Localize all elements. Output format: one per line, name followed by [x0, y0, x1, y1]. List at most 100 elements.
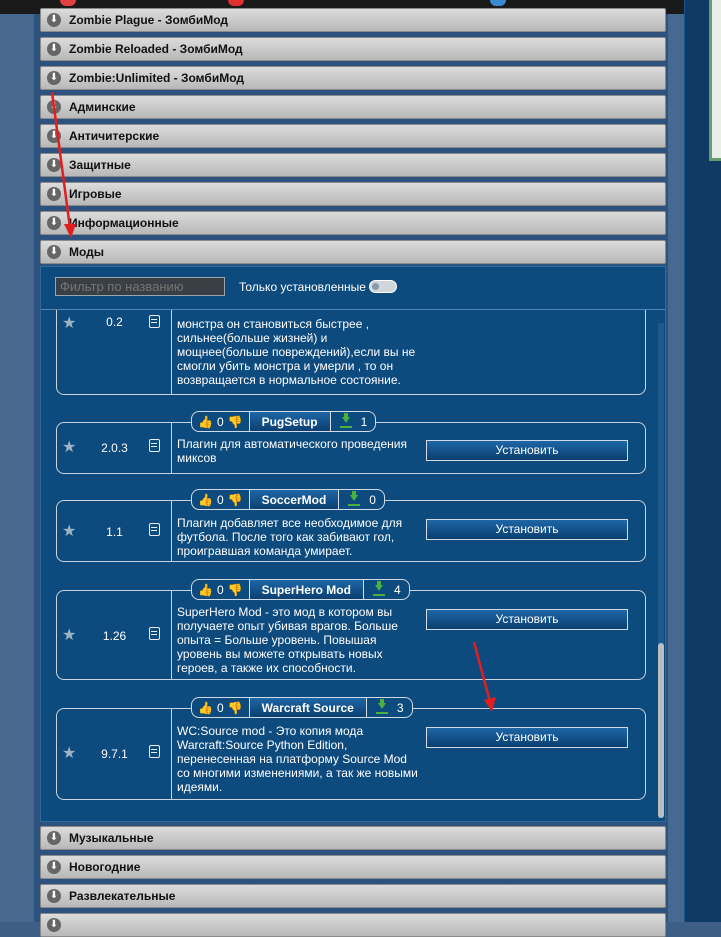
likes-count: 0 — [216, 414, 224, 429]
category-zombie-unlimited[interactable]: ⬇ Zombie:Unlimited - ЗомбиМод — [40, 66, 666, 90]
mod-version: 0.2 — [106, 315, 123, 329]
download-icon[interactable] — [339, 412, 353, 429]
mod-description: монстра он становиться быстрее , сильнее… — [177, 317, 416, 387]
category-anticheat[interactable]: ⬇ Античитерские — [40, 124, 666, 148]
category-zombie-reloaded[interactable]: ⬇ Zombie Reloaded - ЗомбиМод — [40, 37, 666, 61]
category-more[interactable]: ⬇ — [40, 913, 666, 937]
star-icon[interactable]: ★ — [62, 521, 76, 541]
category-admin[interactable]: ⬇ Админские — [40, 95, 666, 119]
mod-card: ★ 0.2 монстра он становиться быстрее , с… — [56, 310, 646, 395]
download-group: 0 — [339, 490, 384, 509]
divider — [171, 501, 172, 561]
vote-group: 👍 0 👎 — [192, 490, 249, 509]
star-icon[interactable]: ★ — [62, 437, 76, 457]
expand-arrow-icon: ⬇ — [47, 918, 61, 932]
mod-header-superhero: 👍 0 👎 SuperHero Mod 4 — [191, 579, 410, 600]
document-icon[interactable] — [149, 627, 160, 640]
category-entertainment[interactable]: ⬇ Развлекательные — [40, 884, 666, 908]
page-background-left — [0, 14, 34, 922]
star-icon[interactable]: ★ — [62, 743, 76, 763]
tab-favicon — [490, 0, 506, 6]
category-label: Античитерские — [69, 129, 160, 143]
scrollbar-thumb[interactable] — [658, 643, 664, 818]
expand-arrow-icon: ⬇ — [47, 187, 61, 201]
download-count: 0 — [369, 492, 376, 507]
expand-arrow-icon: ⬇ — [47, 158, 61, 172]
category-informational[interactable]: ⬇ Информационные — [40, 211, 666, 235]
only-installed-label: Только установленные — [239, 280, 366, 294]
category-label: Игровые — [69, 187, 122, 201]
likes-count: 0 — [216, 700, 224, 715]
mod-header-soccermod: 👍 0 👎 SoccerMod 0 — [191, 489, 385, 510]
mods-scrollbar[interactable] — [658, 323, 664, 818]
tab-favicon — [60, 0, 76, 6]
category-music[interactable]: ⬇ Музыкальные — [40, 826, 666, 850]
mod-description: Плагин добавляет все необходимое для фут… — [177, 516, 403, 558]
install-button[interactable]: Установить — [426, 609, 628, 630]
download-count: 1 — [360, 414, 368, 429]
star-icon[interactable]: ★ — [62, 625, 76, 645]
document-icon[interactable] — [149, 523, 160, 536]
document-icon[interactable] — [149, 745, 160, 758]
category-new-year[interactable]: ⬇ Новогодние — [40, 855, 666, 879]
thumbs-down-icon[interactable]: 👎 — [228, 583, 243, 597]
expand-arrow-icon: ⬇ — [47, 13, 61, 27]
likes-count: 0 — [216, 492, 224, 507]
install-button[interactable]: Установить — [426, 519, 628, 540]
download-group: 3 — [367, 698, 412, 717]
filter-input[interactable] — [55, 277, 225, 296]
divider — [171, 709, 172, 799]
mod-name[interactable]: SuperHero Mod — [248, 580, 364, 599]
vote-group: 👍 0 👎 — [192, 698, 249, 717]
mod-name[interactable]: SoccerMod — [248, 490, 340, 509]
category-mods[interactable]: ⬇ Моды — [40, 240, 666, 264]
expand-arrow-icon: ⬇ — [47, 831, 61, 845]
document-icon[interactable] — [149, 439, 160, 452]
document-icon[interactable] — [149, 315, 160, 328]
download-count: 3 — [396, 700, 404, 715]
likes-count: 0 — [216, 582, 224, 597]
mod-name[interactable]: Warcraft Source — [248, 698, 367, 717]
mod-name[interactable]: PugSetup — [248, 412, 331, 431]
download-icon[interactable] — [347, 490, 361, 507]
expand-arrow-icon: ⬇ — [47, 860, 61, 874]
category-zombie-plague[interactable]: ⬇ Zombie Plague - ЗомбиМод — [40, 8, 666, 32]
thumbs-down-icon[interactable]: 👎 — [228, 493, 243, 507]
expand-arrow-icon: ⬇ — [47, 71, 61, 85]
thumbs-up-icon[interactable]: 👍 — [198, 415, 213, 429]
expand-arrow-icon: ⬇ — [47, 100, 61, 114]
thumbs-up-icon[interactable]: 👍 — [198, 493, 213, 507]
mod-description: SuperHero Mod - это мод в котором вы пол… — [177, 605, 398, 675]
download-icon[interactable] — [375, 698, 389, 715]
category-label: Zombie Reloaded - ЗомбиМод — [69, 42, 243, 56]
mods-list: ★ 0.2 монстра он становиться быстрее , с… — [41, 310, 665, 821]
star-icon[interactable]: ★ — [62, 313, 76, 333]
thumbs-up-icon[interactable]: 👍 — [198, 583, 213, 597]
category-label: Развлекательные — [69, 889, 176, 903]
side-widget — [709, 0, 721, 161]
download-icon[interactable] — [372, 580, 386, 597]
only-installed-toggle[interactable] — [369, 280, 397, 293]
mod-header-pugsetup: 👍 0 👎 PugSetup 1 — [191, 411, 377, 432]
thumbs-down-icon[interactable]: 👎 — [228, 701, 243, 715]
expand-arrow-icon: ⬇ — [47, 216, 61, 230]
install-button[interactable]: Установить — [426, 727, 628, 748]
thumbs-up-icon[interactable]: 👍 — [198, 701, 213, 715]
thumbs-down-icon[interactable]: 👎 — [228, 415, 243, 429]
mod-version: 2.0.3 — [101, 441, 128, 455]
category-gaming[interactable]: ⬇ Игровые — [40, 182, 666, 206]
mod-card-superhero: ★ 1.26 SuperHero Mod - это мод в котором… — [56, 590, 646, 680]
category-protective[interactable]: ⬇ Защитные — [40, 153, 666, 177]
divider — [171, 423, 172, 473]
divider — [171, 591, 172, 679]
install-button[interactable]: Установить — [426, 440, 628, 461]
category-label: Новогодние — [69, 860, 141, 874]
expand-arrow-icon: ⬇ — [47, 245, 61, 259]
tab-favicon — [228, 0, 244, 6]
category-label: Админские — [69, 100, 136, 114]
vote-group: 👍 0 👎 — [192, 412, 249, 431]
download-count: 4 — [393, 582, 401, 597]
category-label: Защитные — [69, 158, 131, 172]
category-label: Моды — [69, 245, 105, 259]
expand-arrow-icon: ⬇ — [47, 42, 61, 56]
